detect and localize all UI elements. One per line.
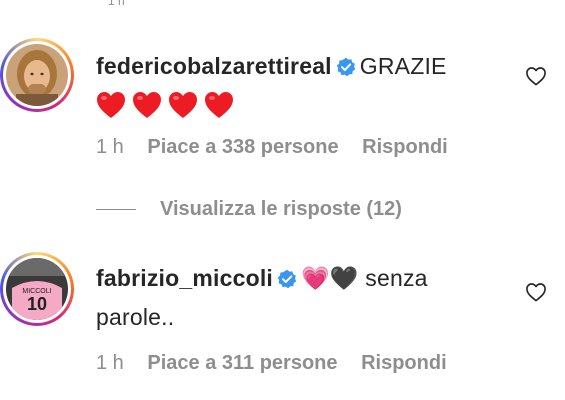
- comment-meta: 1 h Piace a 338 persone Rispondi: [96, 136, 466, 159]
- avatar-jersey-10-icon: MICCOLI 10: [6, 258, 68, 320]
- comment-body: federicobalzarettireal GRAZIE: [96, 48, 496, 129]
- avatar[interactable]: [6, 44, 68, 106]
- likes-count[interactable]: Piace a 311 persone: [147, 352, 337, 374]
- divider-line: [96, 209, 136, 211]
- username[interactable]: fabrizio_miccoli: [96, 265, 273, 291]
- verified-badge-icon: [277, 263, 297, 299]
- username[interactable]: federicobalzarettireal: [96, 53, 332, 79]
- red-heart-icon: [204, 91, 234, 129]
- previous-comment-time: 1 h: [108, 0, 125, 8]
- reply-button[interactable]: Rispondi: [361, 352, 447, 374]
- comment-text-line1: 💗🖤 senza: [301, 265, 428, 291]
- red-heart-icon: [96, 91, 126, 129]
- heart-outline-icon[interactable]: [525, 66, 547, 86]
- view-replies-link[interactable]: Visualizza le risposte (12): [96, 198, 402, 221]
- view-replies-label: Visualizza le risposte (12): [160, 198, 402, 220]
- avatar[interactable]: MICCOLI 10: [6, 258, 68, 320]
- verified-badge-icon: [336, 51, 356, 87]
- red-heart-icon: [168, 91, 198, 129]
- comment-text: GRAZIE: [359, 53, 447, 79]
- red-heart-icon: [132, 91, 162, 129]
- heart-emojis: [96, 89, 496, 129]
- svg-text:10: 10: [27, 294, 47, 314]
- story-ring[interactable]: [0, 38, 74, 112]
- heart-outline-icon[interactable]: [525, 282, 547, 302]
- comment-time: 1 h: [96, 136, 124, 158]
- likes-count[interactable]: Piace a 338 persone: [147, 136, 338, 158]
- comment-meta: 1 h Piace a 311 persone Rispondi: [96, 352, 465, 375]
- story-ring[interactable]: MICCOLI 10: [0, 252, 74, 326]
- comment-time: 1 h: [96, 352, 124, 374]
- comment-body: fabrizio_miccoli 💗🖤 senza parole..: [96, 260, 496, 335]
- comment-text-line2: parole..: [96, 304, 175, 330]
- reply-button[interactable]: Rispondi: [362, 136, 448, 158]
- avatar-man-long-hair-icon: [6, 44, 68, 106]
- comments-section: 1 h federicobalzarettireal GRAZIE 1 h Pi…: [0, 0, 565, 400]
